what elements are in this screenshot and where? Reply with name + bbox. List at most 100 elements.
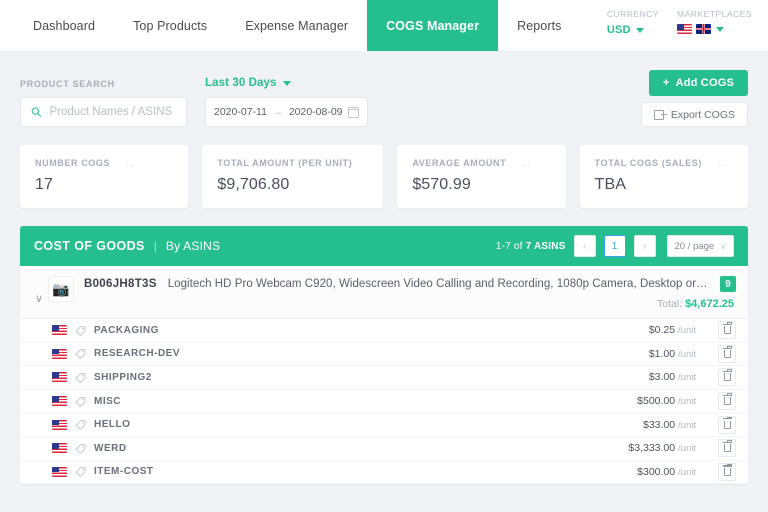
trash-icon bbox=[724, 373, 731, 381]
export-icon bbox=[654, 110, 664, 120]
info-icon[interactable]: ... bbox=[522, 159, 530, 168]
tag-icon bbox=[75, 419, 86, 430]
date-end[interactable]: 2020-08-09 bbox=[289, 106, 343, 118]
cost-row-right: $3,333.00 /unit bbox=[628, 439, 736, 457]
info-icon[interactable]: ... bbox=[126, 159, 134, 168]
cost-line-item-row[interactable]: MISC$500.00 /unit bbox=[20, 390, 748, 414]
pagination-prev-button[interactable]: ‹ bbox=[574, 235, 596, 257]
stat-card-value: 17 bbox=[35, 176, 173, 194]
tab-reports[interactable]: Reports bbox=[498, 0, 580, 51]
pagination-controls: 1-7 of 7 ASINS ‹ 1 › 20 / page ∨ bbox=[496, 235, 734, 257]
pagination-page-1[interactable]: 1 bbox=[604, 235, 626, 257]
trash-icon bbox=[724, 397, 731, 405]
product-title: Logitech HD Pro Webcam C920, Widescreen … bbox=[168, 278, 709, 290]
date-range-preset[interactable]: Last 30 Days bbox=[205, 77, 368, 89]
cost-amount-unit: /unit bbox=[678, 349, 696, 360]
product-search-label: PRODUCT SEARCH bbox=[20, 79, 187, 89]
cost-line-item-row[interactable]: WERD$3,333.00 /unit bbox=[20, 437, 748, 461]
tab-expense-manager[interactable]: Expense Manager bbox=[226, 0, 367, 51]
stat-card: AVERAGE AMOUNT...$570.99 bbox=[397, 145, 565, 208]
date-start[interactable]: 2020-07-11 bbox=[214, 106, 267, 118]
tab-dashboard[interactable]: Dashboard bbox=[14, 0, 114, 51]
product-details: B006JH8T3S Logitech HD Pro Webcam C920, … bbox=[84, 276, 736, 310]
flag-us-icon bbox=[677, 24, 692, 34]
cost-amount-value: $1.00 bbox=[649, 348, 675, 360]
pagination-next-button[interactable]: › bbox=[634, 235, 656, 257]
tab-top-products[interactable]: Top Products bbox=[114, 0, 226, 51]
flag-us-icon bbox=[52, 372, 67, 382]
cost-amount-unit: /unit bbox=[678, 396, 696, 407]
product-total-value: $4,672.25 bbox=[685, 298, 734, 310]
cost-name: PACKAGING bbox=[94, 325, 159, 336]
stat-label-text: TOTAL COGS (SALES) bbox=[595, 158, 702, 168]
delete-cost-button[interactable] bbox=[718, 368, 736, 386]
search-input[interactable] bbox=[49, 106, 176, 118]
delete-cost-button[interactable] bbox=[718, 439, 736, 457]
product-total: Total: $4,672.25 bbox=[84, 298, 736, 310]
flag-us-icon bbox=[52, 325, 67, 335]
expand-collapse-toggle[interactable]: ∨ bbox=[30, 282, 48, 305]
cost-row-left: WERD bbox=[52, 443, 628, 454]
currency-selector[interactable]: CURRENCY USD bbox=[607, 9, 659, 36]
delete-cost-button[interactable] bbox=[718, 392, 736, 410]
cost-line-item-row[interactable]: PACKAGING $0.25 /unit bbox=[20, 319, 748, 343]
tab-label: Dashboard bbox=[33, 19, 95, 33]
search-input-wrapper[interactable] bbox=[20, 97, 187, 127]
cost-of-goods-panel: COST OF GOODS | By ASINS 1-7 of 7 ASINS … bbox=[20, 226, 748, 484]
cost-row-left: RESEARCH-DEV bbox=[52, 348, 649, 359]
trash-icon bbox=[724, 421, 731, 429]
cost-row-left: PACKAGING bbox=[52, 325, 649, 336]
date-range-picker[interactable]: 2020-07-11 → 2020-08-09 bbox=[205, 97, 368, 127]
product-row[interactable]: ∨ 📷 B006JH8T3S Logitech HD Pro Webcam C9… bbox=[20, 266, 748, 319]
currency-value-row[interactable]: USD bbox=[607, 24, 644, 36]
trash-icon bbox=[724, 326, 731, 334]
cost-row-left: ITEM-COST bbox=[52, 466, 637, 477]
cost-line-item-list: PACKAGING$0.25 /unitRESEARCH-DEV$1.00 /u… bbox=[20, 319, 748, 484]
stat-card-label: TOTAL AMOUNT (PER UNIT) bbox=[217, 158, 368, 168]
nav-tab-list: Dashboard Top ProductsExpense ManagerCOGS… bbox=[14, 0, 581, 51]
export-cogs-button[interactable]: Export COGS bbox=[641, 102, 748, 127]
delete-cost-button[interactable] bbox=[718, 345, 736, 363]
delete-cost-button[interactable] bbox=[718, 321, 736, 339]
cost-line-item-row[interactable]: HELLO$33.00 /unit bbox=[20, 413, 748, 437]
product-image-icon: 📷 bbox=[52, 282, 69, 296]
product-search-group: PRODUCT SEARCH bbox=[20, 79, 187, 127]
currency-label: CURRENCY bbox=[607, 9, 659, 19]
panel-header: COST OF GOODS | By ASINS 1-7 of 7 ASINS … bbox=[20, 226, 748, 266]
chevron-down-icon bbox=[716, 27, 724, 32]
cost-amount-value: $0.25 bbox=[649, 324, 675, 336]
cost-row-left: SHIPPING2 bbox=[52, 372, 649, 383]
delete-cost-button[interactable] bbox=[718, 416, 736, 434]
stat-label-text: TOTAL AMOUNT (PER UNIT) bbox=[217, 158, 352, 168]
product-total-label: Total: bbox=[657, 298, 682, 310]
date-range-group: Last 30 Days 2020-07-11 → 2020-08-09 bbox=[205, 77, 368, 127]
cost-amount: $300.00 /unit bbox=[637, 466, 696, 478]
tab-label: Reports bbox=[517, 19, 561, 33]
cost-row-right: $0.25 /unit bbox=[649, 321, 736, 339]
cost-amount-unit: /unit bbox=[678, 372, 696, 383]
stat-card: TOTAL AMOUNT (PER UNIT)$9,706.80 bbox=[202, 145, 383, 208]
product-title-line: B006JH8T3S Logitech HD Pro Webcam C920, … bbox=[84, 276, 736, 292]
page-size-select[interactable]: 20 / page ∨ bbox=[667, 235, 734, 257]
stat-label-text: NUMBER COGS bbox=[35, 158, 110, 168]
stat-card-value: $570.99 bbox=[412, 176, 550, 194]
marketplaces-selector[interactable]: MARKETPLACES bbox=[677, 9, 752, 34]
cost-name: SHIPPING2 bbox=[94, 372, 152, 383]
calendar-icon[interactable] bbox=[348, 107, 359, 118]
cost-line-item-row[interactable]: SHIPPING2$3.00 /unit bbox=[20, 366, 748, 390]
cost-amount-unit: /unit bbox=[678, 325, 696, 336]
cost-line-item-row[interactable]: ITEM-COST$300.00 /unit bbox=[20, 461, 748, 485]
date-range-arrow: → bbox=[272, 106, 283, 118]
info-icon[interactable]: ... bbox=[718, 159, 726, 168]
cost-amount-value: $3,333.00 bbox=[628, 442, 675, 454]
product-asin[interactable]: B006JH8T3S bbox=[84, 278, 157, 290]
delete-cost-button[interactable] bbox=[718, 463, 736, 481]
stat-card: TOTAL COGS (SALES)...TBA bbox=[580, 145, 748, 208]
cost-amount: $33.00 /unit bbox=[643, 419, 696, 431]
tab-cogs-manager[interactable]: COGS Manager bbox=[367, 0, 498, 51]
stat-card: NUMBER COGS... 17 bbox=[20, 145, 188, 208]
add-cogs-button[interactable]: + Add COGS bbox=[649, 70, 748, 96]
cost-amount: $1.00 /unit bbox=[649, 348, 696, 360]
marketplaces-flags[interactable] bbox=[677, 24, 724, 34]
cost-line-item-row[interactable]: RESEARCH-DEV$1.00 /unit bbox=[20, 343, 748, 367]
